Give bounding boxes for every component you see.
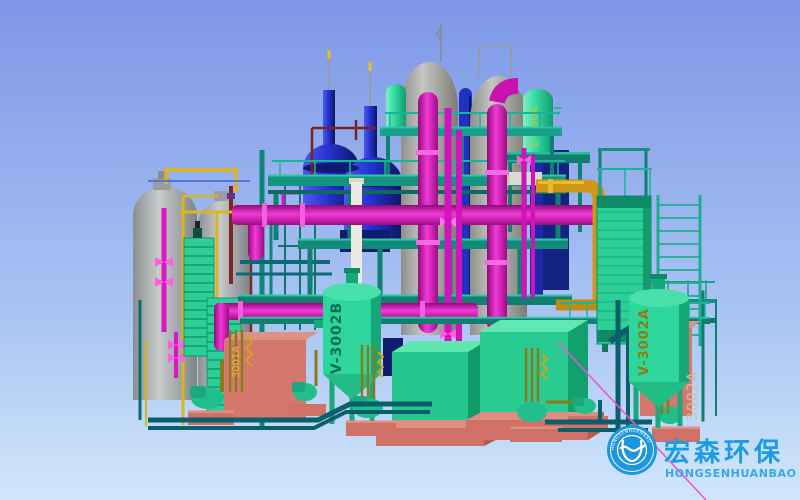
cad-3d-plant-render: E-3004 [0,0,800,500]
vessel-a-label: V-3002A [637,308,652,376]
plant-model-scene: E-3004 [0,0,800,500]
brand-name-en: HONGSENHUANBAO [665,467,797,480]
vessel-a-side-label: 3002A [685,371,701,421]
vessel-b-label: V-3002B [329,302,345,374]
mint-cylinder-small [386,84,406,128]
line-left-label: 3001A [231,346,242,378]
brand-name-cn: 宏森环保 [664,437,784,468]
